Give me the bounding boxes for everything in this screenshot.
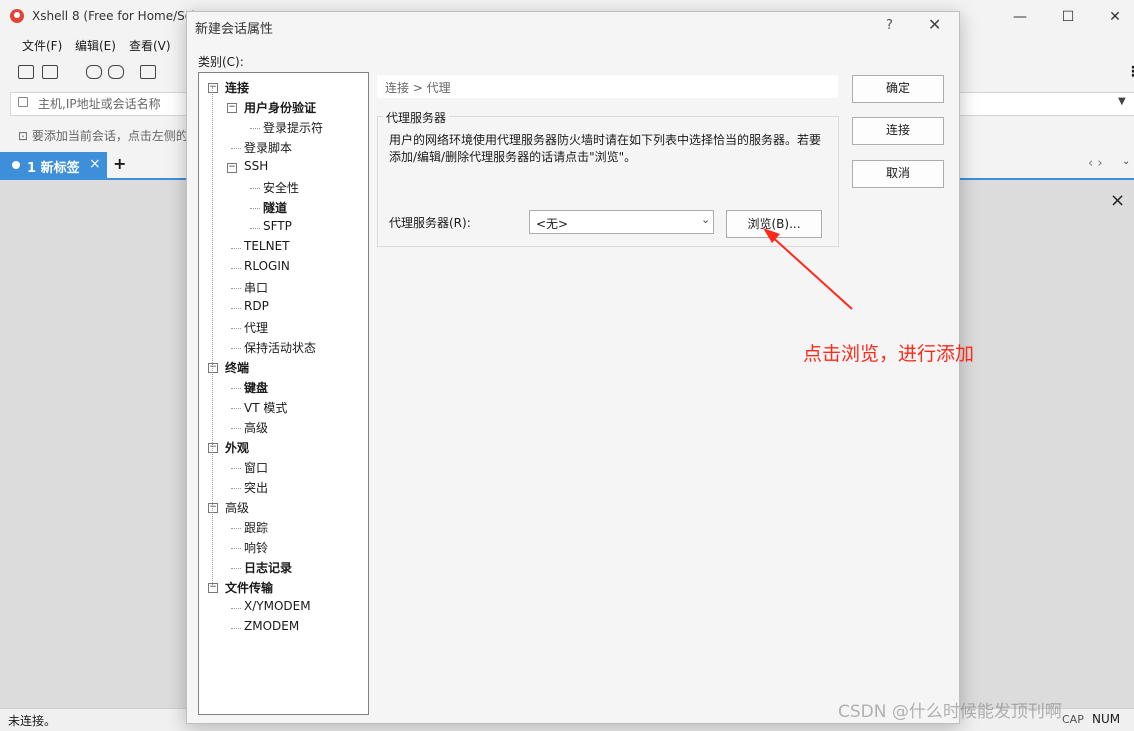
annotation-text: 点击浏览，进行添加 [803,343,975,365]
watermark: CSDN @什么时候能发顶刊啊 [838,702,1062,722]
